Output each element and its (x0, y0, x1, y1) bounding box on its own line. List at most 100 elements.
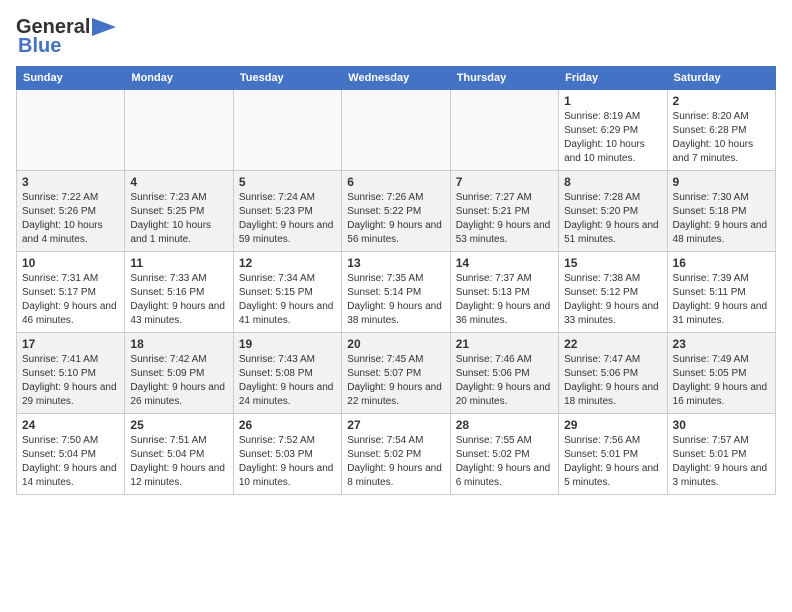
calendar-cell (17, 90, 125, 171)
day-number: 6 (347, 175, 444, 189)
calendar-cell: 15 Sunrise: 7:38 AM Sunset: 5:12 PM Dayli… (559, 252, 667, 333)
day-number: 8 (564, 175, 661, 189)
day-number: 3 (22, 175, 119, 189)
day-number: 9 (673, 175, 770, 189)
day-number: 7 (456, 175, 553, 189)
day-number: 26 (239, 418, 336, 432)
day-info: Sunrise: 7:26 AM Sunset: 5:22 PM Dayligh… (347, 191, 444, 247)
day-info: Sunrise: 7:22 AM Sunset: 5:26 PM Dayligh… (22, 191, 119, 247)
day-info: Sunrise: 7:55 AM Sunset: 5:02 PM Dayligh… (456, 434, 553, 490)
calendar-week-5: 24 Sunrise: 7:50 AM Sunset: 5:04 PM Dayli… (17, 414, 776, 495)
calendar-cell (450, 90, 558, 171)
day-info: Sunrise: 7:46 AM Sunset: 5:06 PM Dayligh… (456, 353, 553, 409)
logo: General Blue (16, 16, 116, 58)
day-number: 25 (130, 418, 227, 432)
calendar-cell: 2 Sunrise: 8:20 AM Sunset: 6:28 PM Daylig… (667, 90, 775, 171)
logo-blue-text: Blue (18, 35, 61, 58)
calendar-cell: 22 Sunrise: 7:47 AM Sunset: 5:06 PM Dayli… (559, 333, 667, 414)
calendar: SundayMondayTuesdayWednesdayThursdayFrid… (16, 66, 776, 495)
day-info: Sunrise: 7:34 AM Sunset: 5:15 PM Dayligh… (239, 272, 336, 328)
day-info: Sunrise: 7:31 AM Sunset: 5:17 PM Dayligh… (22, 272, 119, 328)
weekday-header-sunday: Sunday (17, 67, 125, 90)
day-number: 5 (239, 175, 336, 189)
calendar-week-1: 1Sunrise: 8:19 AM Sunset: 6:29 PM Daylig… (17, 90, 776, 171)
day-info: Sunrise: 7:56 AM Sunset: 5:01 PM Dayligh… (564, 434, 661, 490)
calendar-cell: 16Sunrise: 7:39 AM Sunset: 5:11 PM Dayli… (667, 252, 775, 333)
calendar-cell: 19Sunrise: 7:43 AM Sunset: 5:08 PM Dayli… (233, 333, 341, 414)
calendar-cell: 13 Sunrise: 7:35 AM Sunset: 5:14 PM Dayli… (342, 252, 450, 333)
calendar-cell: 3 Sunrise: 7:22 AM Sunset: 5:26 PM Daylig… (17, 171, 125, 252)
calendar-cell: 24 Sunrise: 7:50 AM Sunset: 5:04 PM Dayli… (17, 414, 125, 495)
day-info: Sunrise: 7:38 AM Sunset: 5:12 PM Dayligh… (564, 272, 661, 328)
day-info: Sunrise: 7:51 AM Sunset: 5:04 PM Dayligh… (130, 434, 227, 490)
day-info: Sunrise: 7:27 AM Sunset: 5:21 PM Dayligh… (456, 191, 553, 247)
day-info: Sunrise: 7:33 AM Sunset: 5:16 PM Dayligh… (130, 272, 227, 328)
day-info: Sunrise: 8:20 AM Sunset: 6:28 PM Dayligh… (673, 110, 770, 166)
calendar-cell (125, 90, 233, 171)
calendar-cell: 10 Sunrise: 7:31 AM Sunset: 5:17 PM Dayli… (17, 252, 125, 333)
day-info: Sunrise: 7:52 AM Sunset: 5:03 PM Dayligh… (239, 434, 336, 490)
logo-arrow-icon (92, 18, 116, 36)
day-number: 2 (673, 94, 770, 108)
day-number: 14 (456, 256, 553, 270)
weekday-header-thursday: Thursday (450, 67, 558, 90)
day-number: 15 (564, 256, 661, 270)
calendar-cell: 11 Sunrise: 7:33 AM Sunset: 5:16 PM Dayli… (125, 252, 233, 333)
calendar-cell: 20 Sunrise: 7:45 AM Sunset: 5:07 PM Dayli… (342, 333, 450, 414)
calendar-cell: 18 Sunrise: 7:42 AM Sunset: 5:09 PM Dayli… (125, 333, 233, 414)
day-info: Sunrise: 7:28 AM Sunset: 5:20 PM Dayligh… (564, 191, 661, 247)
weekday-header-friday: Friday (559, 67, 667, 90)
day-info: Sunrise: 7:49 AM Sunset: 5:05 PM Dayligh… (673, 353, 770, 409)
day-info: Sunrise: 7:24 AM Sunset: 5:23 PM Dayligh… (239, 191, 336, 247)
day-number: 11 (130, 256, 227, 270)
calendar-cell: 23 Sunrise: 7:49 AM Sunset: 5:05 PM Dayli… (667, 333, 775, 414)
calendar-cell: 29 Sunrise: 7:56 AM Sunset: 5:01 PM Dayli… (559, 414, 667, 495)
calendar-cell: 28 Sunrise: 7:55 AM Sunset: 5:02 PM Dayli… (450, 414, 558, 495)
day-info: Sunrise: 7:57 AM Sunset: 5:01 PM Dayligh… (673, 434, 770, 490)
day-number: 18 (130, 337, 227, 351)
day-number: 24 (22, 418, 119, 432)
day-info: Sunrise: 8:19 AM Sunset: 6:29 PM Dayligh… (564, 110, 661, 166)
calendar-cell: 9 Sunrise: 7:30 AM Sunset: 5:18 PM Daylig… (667, 171, 775, 252)
calendar-cell: 17 Sunrise: 7:41 AM Sunset: 5:10 PM Dayli… (17, 333, 125, 414)
day-info: Sunrise: 7:30 AM Sunset: 5:18 PM Dayligh… (673, 191, 770, 247)
day-number: 23 (673, 337, 770, 351)
day-info: Sunrise: 7:35 AM Sunset: 5:14 PM Dayligh… (347, 272, 444, 328)
calendar-cell: 7 Sunrise: 7:27 AM Sunset: 5:21 PM Daylig… (450, 171, 558, 252)
calendar-cell: 12 Sunrise: 7:34 AM Sunset: 5:15 PM Dayli… (233, 252, 341, 333)
calendar-cell (342, 90, 450, 171)
calendar-cell: 5 Sunrise: 7:24 AM Sunset: 5:23 PM Daylig… (233, 171, 341, 252)
day-number: 22 (564, 337, 661, 351)
calendar-cell: 4 Sunrise: 7:23 AM Sunset: 5:25 PM Daylig… (125, 171, 233, 252)
calendar-cell: 14Sunrise: 7:37 AM Sunset: 5:13 PM Dayli… (450, 252, 558, 333)
day-number: 20 (347, 337, 444, 351)
day-info: Sunrise: 7:23 AM Sunset: 5:25 PM Dayligh… (130, 191, 227, 247)
day-info: Sunrise: 7:39 AM Sunset: 5:11 PM Dayligh… (673, 272, 770, 328)
calendar-cell: 8 Sunrise: 7:28 AM Sunset: 5:20 PM Daylig… (559, 171, 667, 252)
day-number: 12 (239, 256, 336, 270)
calendar-cell: 30Sunrise: 7:57 AM Sunset: 5:01 PM Dayli… (667, 414, 775, 495)
day-info: Sunrise: 7:47 AM Sunset: 5:06 PM Dayligh… (564, 353, 661, 409)
calendar-cell: 26 Sunrise: 7:52 AM Sunset: 5:03 PM Dayli… (233, 414, 341, 495)
weekday-header-wednesday: Wednesday (342, 67, 450, 90)
day-number: 17 (22, 337, 119, 351)
day-info: Sunrise: 7:42 AM Sunset: 5:09 PM Dayligh… (130, 353, 227, 409)
calendar-cell: 1Sunrise: 8:19 AM Sunset: 6:29 PM Daylig… (559, 90, 667, 171)
day-info: Sunrise: 7:41 AM Sunset: 5:10 PM Dayligh… (22, 353, 119, 409)
day-number: 10 (22, 256, 119, 270)
calendar-week-4: 17 Sunrise: 7:41 AM Sunset: 5:10 PM Dayli… (17, 333, 776, 414)
day-number: 29 (564, 418, 661, 432)
calendar-header: SundayMondayTuesdayWednesdayThursdayFrid… (17, 67, 776, 90)
weekday-header-saturday: Saturday (667, 67, 775, 90)
calendar-cell: 21Sunrise: 7:46 AM Sunset: 5:06 PM Dayli… (450, 333, 558, 414)
header-area: General Blue (16, 16, 776, 58)
calendar-cell (233, 90, 341, 171)
calendar-week-2: 3 Sunrise: 7:22 AM Sunset: 5:26 PM Daylig… (17, 171, 776, 252)
day-number: 4 (130, 175, 227, 189)
day-number: 13 (347, 256, 444, 270)
day-info: Sunrise: 7:50 AM Sunset: 5:04 PM Dayligh… (22, 434, 119, 490)
calendar-cell: 25 Sunrise: 7:51 AM Sunset: 5:04 PM Dayli… (125, 414, 233, 495)
day-info: Sunrise: 7:45 AM Sunset: 5:07 PM Dayligh… (347, 353, 444, 409)
day-number: 27 (347, 418, 444, 432)
day-number: 28 (456, 418, 553, 432)
